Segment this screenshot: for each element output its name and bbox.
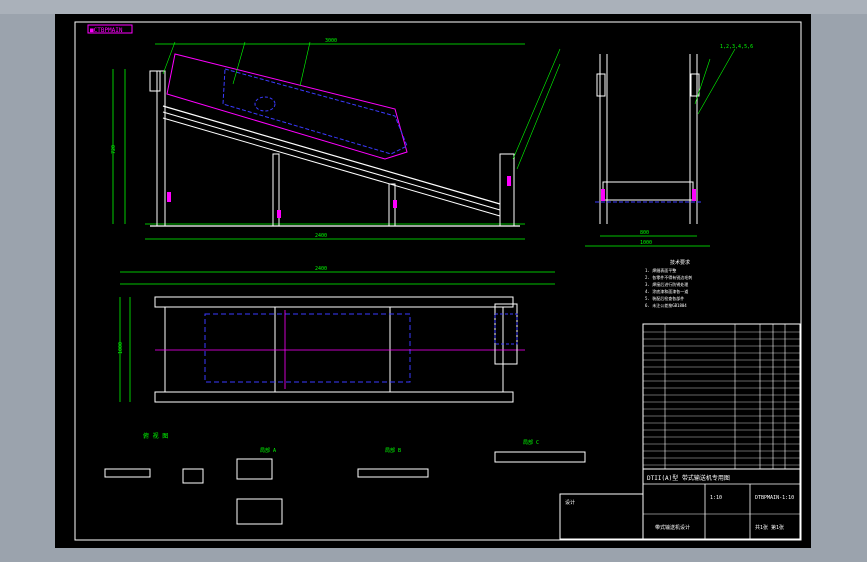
side-view: 800 1000 1,2,3,4,5,6: [585, 44, 753, 247]
designer-label: 设计: [565, 499, 575, 506]
note-line-6: 6. 未注公差按GB1804: [645, 302, 687, 308]
section-label-b: 局部 B: [385, 447, 401, 454]
cad-window-titlebar: [0, 0, 867, 14]
detail-sections: 局部 A 局部 B 局部 C: [104, 439, 586, 525]
plan-view: 2400 1000 俯 视 图: [118, 266, 555, 440]
note-line-4: 4. 涂底漆和面漆各一道: [645, 288, 688, 294]
section-label-c: 局部 C: [523, 439, 539, 446]
drawing-title: DTII(A)型 带式输送机专用图: [647, 474, 730, 482]
note-line-2: 2. 各零件不得有锐边毛刺: [645, 274, 692, 280]
sheet-info: 共1张 第1张: [755, 524, 784, 531]
section-label-a: 局部 A: [260, 447, 276, 454]
side-base-dim: 1000: [640, 240, 652, 246]
front-span-dim: 2400: [315, 233, 327, 239]
title-block: DTII(A)型 带式输送机专用图 1:10 DTBPMAIN-1:10 带式输…: [559, 468, 801, 540]
front-view: 720 2400 3000: [111, 38, 561, 240]
cad-drawing-viewport[interactable]: ■CTBPMAIN 720 2400 3000 800 1000 1,2,3,4…: [55, 14, 811, 548]
drawing-tag-label: ■CTBPMAIN: [90, 27, 123, 34]
notes-title: 技术要求: [670, 259, 690, 266]
parts-list: [642, 323, 801, 470]
note-line-3: 3. 焊接后进行防锈处理: [645, 281, 688, 287]
company-name: 带式输送机设计: [655, 524, 690, 531]
plan-view-label: 俯 视 图: [143, 432, 168, 440]
front-overall-dim: 3000: [325, 38, 337, 44]
cad-drawing-canvas[interactable]: ■CTBPMAIN 720 2400 3000 800 1000 1,2,3,4…: [55, 14, 811, 548]
front-height-dim: 720: [111, 145, 117, 154]
note-line-5: 5. 装配后检查各部件: [645, 295, 684, 301]
drawing-scale: 1:10: [710, 495, 722, 501]
plan-length-dim: 2400: [315, 266, 327, 272]
side-callout: 1,2,3,4,5,6: [720, 44, 753, 50]
drawing-border: [74, 21, 802, 541]
note-line-1: 1. 焊缝表面平整: [645, 267, 676, 273]
parts-rows: [643, 331, 800, 466]
drawing-number: DTBPMAIN-1:10: [755, 495, 794, 501]
plan-width-dim: 1000: [118, 342, 124, 354]
side-width-dim: 800: [640, 230, 649, 236]
technical-notes: 技术要求 1. 焊缝表面平整 2. 各零件不得有锐边毛刺 3. 焊接后进行防锈处…: [645, 259, 692, 308]
